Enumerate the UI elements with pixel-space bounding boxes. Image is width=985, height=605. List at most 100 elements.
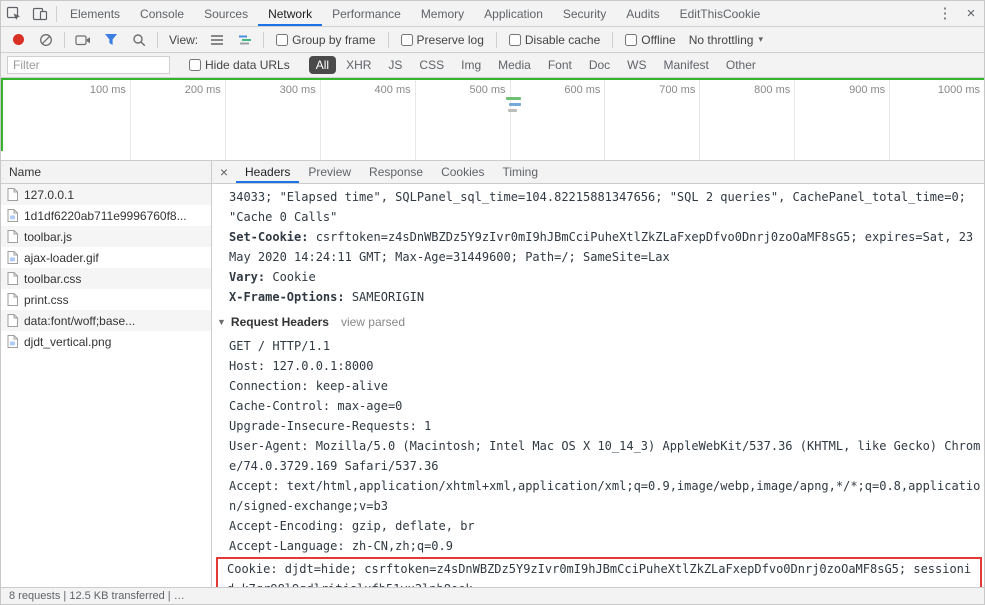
filter-type-doc[interactable]: Doc	[582, 56, 617, 74]
header-value: 34033; "Elapsed time", SQLPanel_sql_time…	[229, 190, 974, 224]
cookie-header-line: Cookie: djdt=hide; csrftoken=z4sDnWBZDz5…	[227, 562, 972, 587]
device-toolbar-icon[interactable]	[27, 1, 53, 26]
request-row[interactable]: print.css	[1, 289, 211, 310]
toolbar-divider	[56, 5, 57, 22]
tab-audits[interactable]: Audits	[616, 1, 669, 26]
requests-summary: 8 requests | 12.5 KB transferred | …	[9, 590, 185, 602]
filter-type-ws[interactable]: WS	[620, 56, 653, 74]
tab-cookies[interactable]: Cookies	[432, 161, 493, 183]
tab-editthiscookie[interactable]: EditThisCookie	[670, 1, 771, 26]
tab-console[interactable]: Console	[130, 1, 194, 26]
device-toolbar-icon-glyph	[32, 7, 48, 20]
filter-type-xhr[interactable]: XHR	[339, 56, 378, 74]
request-header-line: GET / HTTP/1.1	[229, 339, 331, 353]
hide-data-urls-checkbox-input[interactable]	[189, 59, 201, 71]
capture-screenshots-icon[interactable]	[70, 28, 96, 52]
more-options-glyph: ⋮	[937, 5, 953, 22]
name-column-header[interactable]: Name	[1, 161, 211, 184]
disable-cache-label: Disable cache	[524, 32, 601, 47]
network-main-area: Name 127.0.0.1 1d1df6220ab711e9996760f8.…	[1, 161, 984, 587]
request-row[interactable]: data:font/woff;base...	[1, 310, 211, 331]
tab-headers[interactable]: Headers	[236, 161, 299, 183]
close-details-icon[interactable]: ×	[212, 161, 236, 183]
triangle-down-icon: ▼	[217, 317, 226, 327]
stylesheet-file-icon	[7, 272, 18, 285]
main-tabbar: Elements Console Sources Network Perform…	[1, 1, 984, 27]
inspect-element-icon[interactable]	[1, 1, 27, 26]
request-row[interactable]: ajax-loader.gif	[1, 247, 211, 268]
timeline-tick: 500 ms	[416, 78, 511, 160]
request-header-line: Upgrade-Insecure-Requests: 1	[229, 419, 432, 433]
show-overview-icon[interactable]	[232, 28, 258, 52]
filter-type-other[interactable]: Other	[719, 56, 763, 74]
request-name: toolbar.css	[24, 271, 82, 286]
search-icon-glyph	[133, 33, 146, 46]
offline-checkbox[interactable]: Offline	[625, 33, 676, 47]
filter-type-font[interactable]: Font	[541, 56, 579, 74]
request-details-panel: × Headers Preview Response Cookies Timin…	[212, 161, 984, 587]
tab-response[interactable]: Response	[360, 161, 432, 183]
view-parsed-link[interactable]: view parsed	[341, 312, 405, 332]
request-row[interactable]: toolbar.js	[1, 226, 211, 247]
timeline-tick: 200 ms	[131, 78, 226, 160]
request-headers-section-header[interactable]: ▼ Request Headers view parsed	[217, 312, 981, 332]
request-name: 127.0.0.1	[24, 187, 75, 202]
filter-icon[interactable]	[98, 28, 124, 52]
network-toolbar: View: Group by frame Preserve log Disabl…	[1, 27, 984, 53]
close-devtools-icon[interactable]: ×	[958, 1, 984, 26]
disable-cache-checkbox[interactable]: Disable cache	[508, 32, 601, 47]
image-file-icon	[7, 335, 18, 348]
filter-type-css[interactable]: CSS	[412, 56, 451, 74]
timeline-tick: 1000 ms	[937, 84, 981, 96]
requests-list-panel: Name 127.0.0.1 1d1df6220ab711e9996760f8.…	[1, 161, 212, 587]
timeline-tick: 400 ms	[321, 78, 416, 160]
filter-type-manifest[interactable]: Manifest	[657, 56, 716, 74]
clear-network-log-icon[interactable]	[33, 28, 59, 52]
request-header-line: Cache-Control: max-age=0	[229, 399, 403, 413]
filter-type-img[interactable]: Img	[454, 56, 488, 74]
preserve-log-checkbox-input[interactable]	[400, 33, 413, 46]
network-overview-timeline[interactable]: 100 ms 200 ms 300 ms 400 ms 500 ms 600 m…	[1, 78, 984, 161]
group-by-frame-checkbox-input[interactable]	[276, 33, 289, 46]
request-header-line: Host: 127.0.0.1:8000	[229, 359, 374, 373]
filter-input[interactable]	[7, 56, 170, 74]
more-options-icon[interactable]: ⋮	[932, 1, 958, 26]
request-name: data:font/woff;base...	[24, 313, 136, 328]
disable-cache-checkbox-input[interactable]	[508, 33, 521, 46]
request-name: toolbar.js	[24, 229, 73, 244]
record-network-log-button[interactable]	[5, 28, 31, 52]
script-file-icon	[7, 230, 18, 243]
use-large-rows-icon[interactable]	[204, 28, 230, 52]
throttling-select[interactable]: No throttling ▾	[689, 33, 763, 47]
request-name: djdt_vertical.png	[24, 334, 112, 349]
hide-data-urls-checkbox[interactable]: Hide data URLs	[189, 58, 290, 72]
toolbar-divider	[263, 31, 265, 48]
tab-preview[interactable]: Preview	[299, 161, 360, 183]
request-row[interactable]: 127.0.0.1	[1, 184, 211, 205]
stylesheet-file-icon	[7, 293, 18, 306]
preserve-log-checkbox[interactable]: Preserve log	[400, 33, 484, 47]
tab-sources[interactable]: Sources	[194, 1, 258, 26]
tab-memory[interactable]: Memory	[411, 1, 474, 26]
resource-type-filters: All XHR JS CSS Img Media Font Doc WS Man…	[308, 56, 763, 74]
tab-timing[interactable]: Timing	[493, 161, 547, 183]
request-row[interactable]: 1d1df6220ab711e9996760f8...	[1, 205, 211, 226]
response-header-line: X-Frame-Options: SAMEORIGIN	[229, 287, 981, 307]
filter-type-media[interactable]: Media	[491, 56, 538, 74]
search-icon[interactable]	[126, 28, 152, 52]
filter-funnel-glyph	[105, 34, 117, 45]
request-row[interactable]: djdt_vertical.png	[1, 331, 211, 352]
toolbar-divider	[64, 31, 65, 48]
request-row[interactable]: toolbar.css	[1, 268, 211, 289]
tab-performance[interactable]: Performance	[322, 1, 411, 26]
timeline-tick: 900 ms	[795, 78, 891, 160]
filter-type-all[interactable]: All	[308, 56, 337, 74]
group-by-frame-checkbox[interactable]: Group by frame	[276, 33, 376, 47]
tab-application[interactable]: Application	[474, 1, 553, 26]
filter-type-js[interactable]: JS	[381, 56, 409, 74]
tab-elements[interactable]: Elements	[60, 1, 130, 26]
tab-security[interactable]: Security	[553, 1, 616, 26]
tab-network[interactable]: Network	[258, 1, 322, 26]
offline-checkbox-input[interactable]	[625, 33, 638, 46]
waterfall-glyph	[239, 35, 252, 44]
